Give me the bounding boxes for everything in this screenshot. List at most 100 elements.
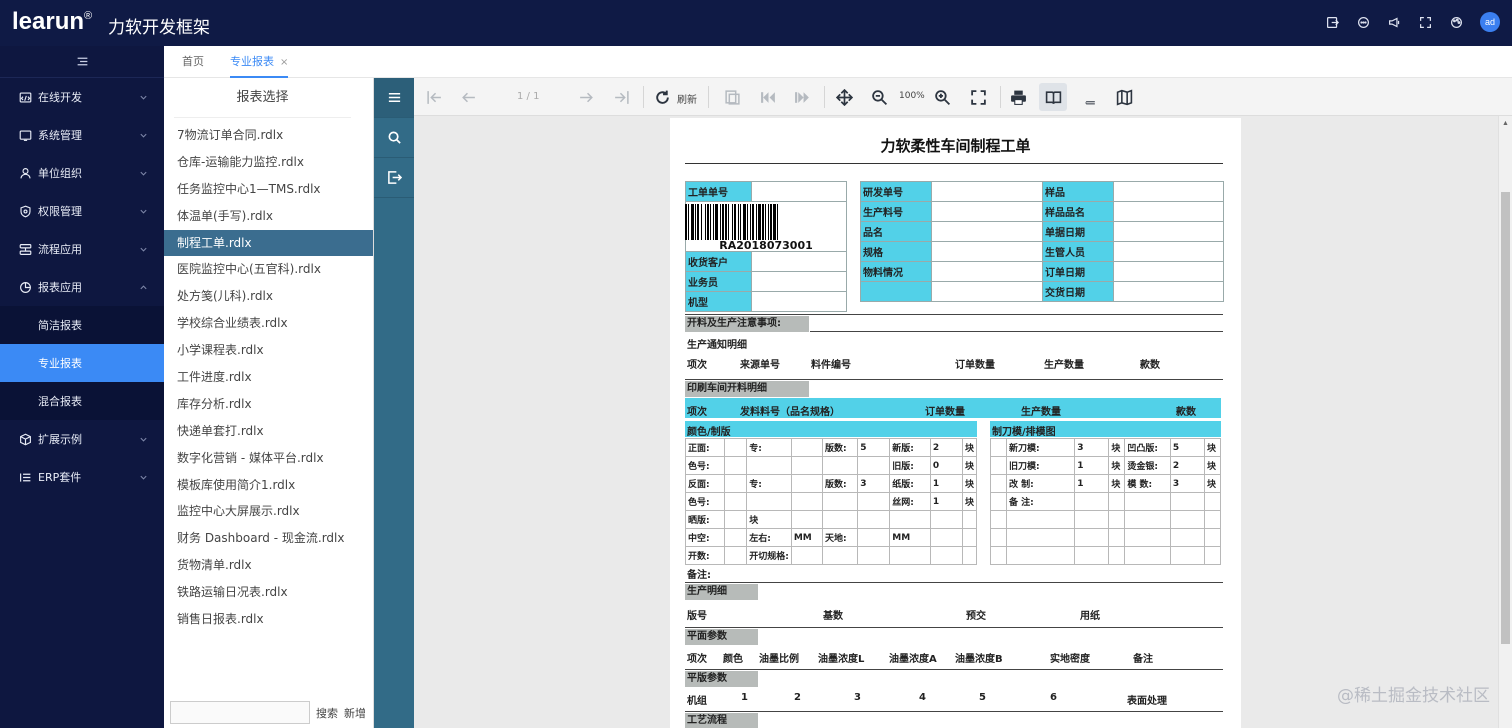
export-button-viewer[interactable]	[374, 158, 414, 198]
sidebar: 在线开发 系统管理 单位组织 权限管理 流程应用 报表应用 简洁报表 专业报表 …	[0, 46, 164, 728]
print-icon[interactable]	[1008, 87, 1028, 107]
app-subtitle: 力软开发框架	[108, 18, 210, 38]
tab-home[interactable]: 首页	[182, 46, 204, 78]
sidebar-item-online-dev[interactable]: 在线开发	[0, 78, 164, 116]
sidebar-item-org[interactable]: 单位组织	[0, 154, 164, 192]
report-list-item[interactable]: 铁路运输日况表.rdlx	[164, 579, 373, 606]
tab-bar: 首页 专业报表 ×	[164, 46, 1512, 78]
sidebar-item-permission[interactable]: 权限管理	[0, 192, 164, 230]
chevron-down-icon	[139, 92, 148, 101]
report-list-item[interactable]: 货物清单.rdlx	[164, 552, 373, 579]
panel-title: 报表选择	[174, 78, 351, 118]
prev-page-icon[interactable]	[458, 87, 478, 107]
report-list-panel: 报表选择 7物流订单合同.rdlx 仓库-运输能力监控.rdlx 任务监控中心1—T…	[164, 78, 374, 728]
chevron-down-icon	[139, 434, 148, 443]
prod-notice-title: 生产通知明细	[687, 340, 747, 351]
next-page-icon[interactable]	[576, 87, 596, 107]
barcode	[685, 204, 847, 240]
last-page-icon[interactable]	[611, 87, 631, 107]
move-icon[interactable]	[834, 87, 854, 107]
list-icon	[19, 471, 32, 484]
zoom-in-icon[interactable]	[932, 87, 952, 107]
report-list-item[interactable]: 医院监控中心(五官科).rdlx	[164, 256, 373, 283]
viewer-scrollbar[interactable]: ▲	[1498, 116, 1512, 728]
sidebar-sub-pro-report[interactable]: 专业报表	[0, 344, 164, 382]
report-list-item[interactable]: 小学课程表.rdlx	[164, 337, 373, 364]
scroll-up-icon[interactable]: ▲	[1502, 120, 1509, 127]
export-icon[interactable]	[1323, 13, 1342, 32]
first-page-icon[interactable]	[424, 87, 444, 107]
book-view-icon[interactable]	[1039, 83, 1067, 111]
report-list-item[interactable]: 销售日报表.rdlx	[164, 606, 373, 633]
search-icon	[388, 131, 401, 144]
report-list-item[interactable]: 快递单套打.rdlx	[164, 418, 373, 445]
report-list-item[interactable]: 监控中心大屏展示.rdlx	[164, 498, 373, 525]
sidebar-sub-mixed-report[interactable]: 混合报表	[0, 382, 164, 420]
flat-header: 平版参数	[685, 671, 758, 687]
report-list-item[interactable]: 库存分析.rdlx	[164, 391, 373, 418]
report-list-item[interactable]: 仓库-运输能力监控.rdlx	[164, 149, 373, 176]
report-list-item[interactable]: 学校综合业绩表.rdlx	[164, 310, 373, 337]
add-button[interactable]: 新增	[344, 705, 366, 721]
notice-icon[interactable]	[1385, 13, 1404, 32]
chevron-down-icon	[139, 472, 148, 481]
color-title: 颜色/制版	[687, 427, 731, 438]
report-list-item[interactable]: 体温单(手写).rdlx	[164, 203, 373, 230]
sidebar-toggle[interactable]	[0, 46, 164, 78]
search-button-viewer[interactable]	[374, 118, 414, 158]
viewer-sidebar	[374, 78, 414, 728]
logo[interactable]: learun®	[12, 8, 92, 36]
copy-icon[interactable]	[722, 87, 742, 107]
detail-header: 生产明细	[685, 584, 758, 600]
chart-icon	[19, 281, 32, 294]
tab-pro-report[interactable]: 专业报表 ×	[230, 46, 289, 78]
chevron-down-icon	[139, 206, 148, 215]
single-page-icon[interactable]	[1079, 87, 1099, 107]
panel-footer: 搜索 新增	[170, 701, 366, 724]
map-icon[interactable]	[1114, 87, 1134, 107]
report-list-item[interactable]: 制程工单.rdlx	[164, 229, 373, 257]
message-icon[interactable]	[1354, 13, 1373, 32]
report-list-item[interactable]: 数字化营销 - 媒体平台.rdlx	[164, 445, 373, 472]
shield-icon	[19, 205, 32, 218]
search-button[interactable]: 搜索	[316, 705, 338, 721]
report-list-item[interactable]: 工件进度.rdlx	[164, 364, 373, 391]
report-list-item[interactable]: 处方笺(儿科).rdlx	[164, 283, 373, 310]
forward-icon[interactable]	[792, 87, 812, 107]
scrollbar-thumb[interactable]	[1501, 192, 1510, 644]
toc-button[interactable]	[374, 78, 414, 118]
report-list-item[interactable]: 模板库使用简介1.rdlx	[164, 472, 373, 499]
fullscreen-icon[interactable]	[1416, 13, 1435, 32]
report-list-item[interactable]: 任务监控中心1—TMS.rdlx	[164, 176, 373, 203]
org-icon	[19, 167, 32, 180]
zoom-out-icon[interactable]	[869, 87, 889, 107]
avatar[interactable]: ad	[1480, 12, 1500, 32]
zoom-level[interactable]: 100%	[899, 91, 925, 101]
sidebar-item-system[interactable]: 系统管理	[0, 116, 164, 154]
search-input[interactable]	[170, 701, 310, 724]
page-indicator[interactable]: 1 / 1	[517, 91, 539, 102]
chevron-up-icon	[139, 282, 148, 291]
backward-icon[interactable]	[758, 87, 778, 107]
watermark: @稀土掘金技术社区	[1337, 686, 1490, 706]
refresh-label[interactable]: 刷新	[677, 91, 697, 106]
product-info-table: 研发单号 样品 生产料号 样品品名 品名 单据日期 规格 生管人员 物料情况 订单日期 交…	[860, 181, 1224, 302]
box-icon	[19, 433, 32, 446]
sidebar-item-examples[interactable]: 扩展示例	[0, 420, 164, 458]
notice-header: 开料及生产注意事项:	[685, 316, 809, 332]
theme-icon[interactable]	[1447, 13, 1466, 32]
sidebar-item-report[interactable]: 报表应用	[0, 268, 164, 306]
chevron-down-icon	[139, 244, 148, 253]
report-list-item[interactable]: 7物流订单合同.rdlx	[164, 122, 373, 149]
report-list-item[interactable]: 财务 Dashboard - 现金流.rdlx	[164, 525, 373, 552]
color-table: 正面: 专: 版数: 5 新版: 2 块色号: 旧版: 0 块反面: 专: 版数: 3 纸版: 1 块色号: 丝…	[685, 438, 978, 565]
fit-page-icon[interactable]	[968, 87, 988, 107]
sidebar-item-flow[interactable]: 流程应用	[0, 230, 164, 268]
close-icon[interactable]: ×	[280, 57, 288, 68]
refresh-icon[interactable]	[652, 87, 672, 107]
sidebar-item-erp[interactable]: ERP套件	[0, 458, 164, 496]
knife-title: 制刀模/排模图	[992, 427, 1056, 438]
settings-icon	[19, 129, 32, 142]
print-header: 印刷车间开料明细	[685, 381, 809, 397]
sidebar-sub-simple-report[interactable]: 简洁报表	[0, 306, 164, 344]
